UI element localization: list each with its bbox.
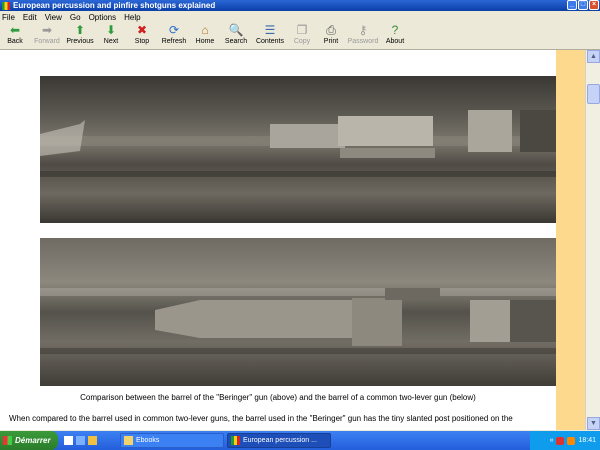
contents-button-label: Contents bbox=[255, 38, 285, 45]
quick-launch bbox=[61, 433, 117, 448]
taskbar: Démarrer Ebooks European percussion ... … bbox=[0, 431, 600, 450]
start-label: Démarrer bbox=[15, 436, 51, 445]
desktop-icon[interactable] bbox=[64, 436, 73, 445]
back-button-label: Back bbox=[7, 38, 23, 45]
home-icon: ⌂ bbox=[201, 23, 209, 37]
about-button[interactable]: ? About bbox=[380, 23, 410, 50]
tray-expand-icon[interactable]: « bbox=[550, 437, 554, 444]
title-bar[interactable]: European percussion and pinfire shotguns… bbox=[0, 0, 600, 11]
search-button-label: Search bbox=[224, 38, 248, 45]
next-button-label: Next bbox=[103, 38, 119, 45]
system-tray: « 18:41 bbox=[530, 431, 600, 450]
browser-app-icon bbox=[231, 436, 240, 445]
about-button-label: About bbox=[385, 38, 405, 45]
scroll-thumb[interactable] bbox=[587, 84, 600, 104]
menu-bar: File Edit View Go Options Help bbox=[0, 11, 600, 23]
folder-icon bbox=[124, 436, 133, 445]
vertical-scrollbar[interactable]: ▲ ▼ bbox=[585, 50, 600, 430]
print-button-label: Print bbox=[323, 38, 339, 45]
key-icon: ⚷ bbox=[358, 23, 368, 37]
browser-window: European percussion and pinfire shotguns… bbox=[0, 0, 600, 431]
forward-button-label: Forward bbox=[34, 38, 60, 45]
barrel-photo-two-lever bbox=[40, 238, 556, 386]
copy-icon: ❐ bbox=[296, 23, 308, 37]
app-icon bbox=[2, 1, 10, 10]
taskbar-browser[interactable]: European percussion ... bbox=[227, 433, 331, 448]
refresh-icon: ⟳ bbox=[168, 23, 180, 37]
previous-button[interactable]: ⬆ Previous bbox=[64, 23, 96, 50]
back-button[interactable]: ⬅ Back bbox=[0, 23, 30, 50]
photo-caption: Comparison between the barrel of the "Be… bbox=[80, 393, 476, 402]
arrow-up-icon: ⬆ bbox=[74, 23, 86, 37]
forward-button[interactable]: ➡ Forward bbox=[30, 23, 64, 50]
contents-icon: ☰ bbox=[264, 23, 276, 37]
search-button[interactable]: 🔍 Search bbox=[220, 23, 252, 50]
print-button[interactable]: ⎙ Print bbox=[316, 23, 346, 50]
menu-go[interactable]: Go bbox=[70, 13, 81, 22]
password-button[interactable]: ⚷ Password bbox=[346, 23, 380, 50]
start-button[interactable]: Démarrer bbox=[0, 431, 58, 450]
copy-button-label: Copy bbox=[293, 38, 311, 45]
about-icon: ? bbox=[391, 23, 399, 37]
arrow-right-icon: ➡ bbox=[41, 23, 53, 37]
stop-button[interactable]: ✖ Stop bbox=[126, 23, 158, 50]
scroll-up-icon[interactable]: ▲ bbox=[587, 50, 600, 63]
antivirus-icon[interactable] bbox=[556, 436, 565, 445]
menu-view[interactable]: View bbox=[45, 13, 62, 22]
folder-quick-icon[interactable] bbox=[88, 436, 97, 445]
network-icon[interactable] bbox=[567, 436, 576, 445]
menu-help[interactable]: Help bbox=[124, 13, 140, 22]
password-button-label: Password bbox=[347, 38, 379, 45]
home-button-label: Home bbox=[195, 38, 215, 45]
taskbar-browser-label: European percussion ... bbox=[243, 437, 317, 444]
close-icon[interactable]: × bbox=[589, 0, 599, 10]
refresh-button-label: Refresh bbox=[161, 38, 187, 45]
menu-file[interactable]: File bbox=[2, 13, 15, 22]
previous-button-label: Previous bbox=[66, 38, 94, 45]
window-title: European percussion and pinfire shotguns… bbox=[13, 1, 216, 10]
printer-icon: ⎙ bbox=[326, 23, 336, 37]
barrel-photo-beringer-image bbox=[40, 76, 556, 223]
stop-icon: ✖ bbox=[136, 23, 148, 37]
ie-icon[interactable] bbox=[76, 436, 85, 445]
home-button[interactable]: ⌂ Home bbox=[190, 23, 220, 50]
arrow-left-icon: ⬅ bbox=[9, 23, 21, 37]
menu-edit[interactable]: Edit bbox=[23, 13, 37, 22]
window-controls: _ □ × bbox=[567, 0, 599, 10]
maximize-icon[interactable]: □ bbox=[578, 0, 588, 10]
menu-options[interactable]: Options bbox=[89, 13, 117, 22]
barrel-photo-two-lever-image bbox=[40, 238, 556, 386]
stop-button-label: Stop bbox=[134, 38, 150, 45]
scroll-down-icon[interactable]: ▼ bbox=[587, 417, 600, 430]
next-button[interactable]: ⬇ Next bbox=[96, 23, 126, 50]
windows-logo-icon bbox=[3, 436, 12, 445]
taskbar-ebooks[interactable]: Ebooks bbox=[120, 433, 224, 448]
copy-button[interactable]: ❐ Copy bbox=[288, 23, 316, 50]
taskbar-ebooks-label: Ebooks bbox=[136, 437, 160, 444]
barrel-photo-beringer bbox=[40, 76, 556, 223]
contents-button[interactable]: ☰ Contents bbox=[252, 23, 288, 50]
body-paragraph: When compared to the barrel used in comm… bbox=[9, 414, 513, 423]
page-content: Comparison between the barrel of the "Be… bbox=[0, 50, 556, 430]
minimize-icon[interactable]: _ bbox=[567, 0, 577, 10]
refresh-button[interactable]: ⟳ Refresh bbox=[158, 23, 190, 50]
clock: 18:41 bbox=[578, 437, 596, 444]
arrow-down-icon: ⬇ bbox=[105, 23, 117, 37]
search-icon: 🔍 bbox=[228, 23, 244, 37]
side-panel bbox=[556, 50, 585, 430]
toolbar: ⬅ Back ➡ Forward ⬆ Previous ⬇ Next ✖ Stop ⟳ Refresh… bbox=[0, 23, 600, 50]
